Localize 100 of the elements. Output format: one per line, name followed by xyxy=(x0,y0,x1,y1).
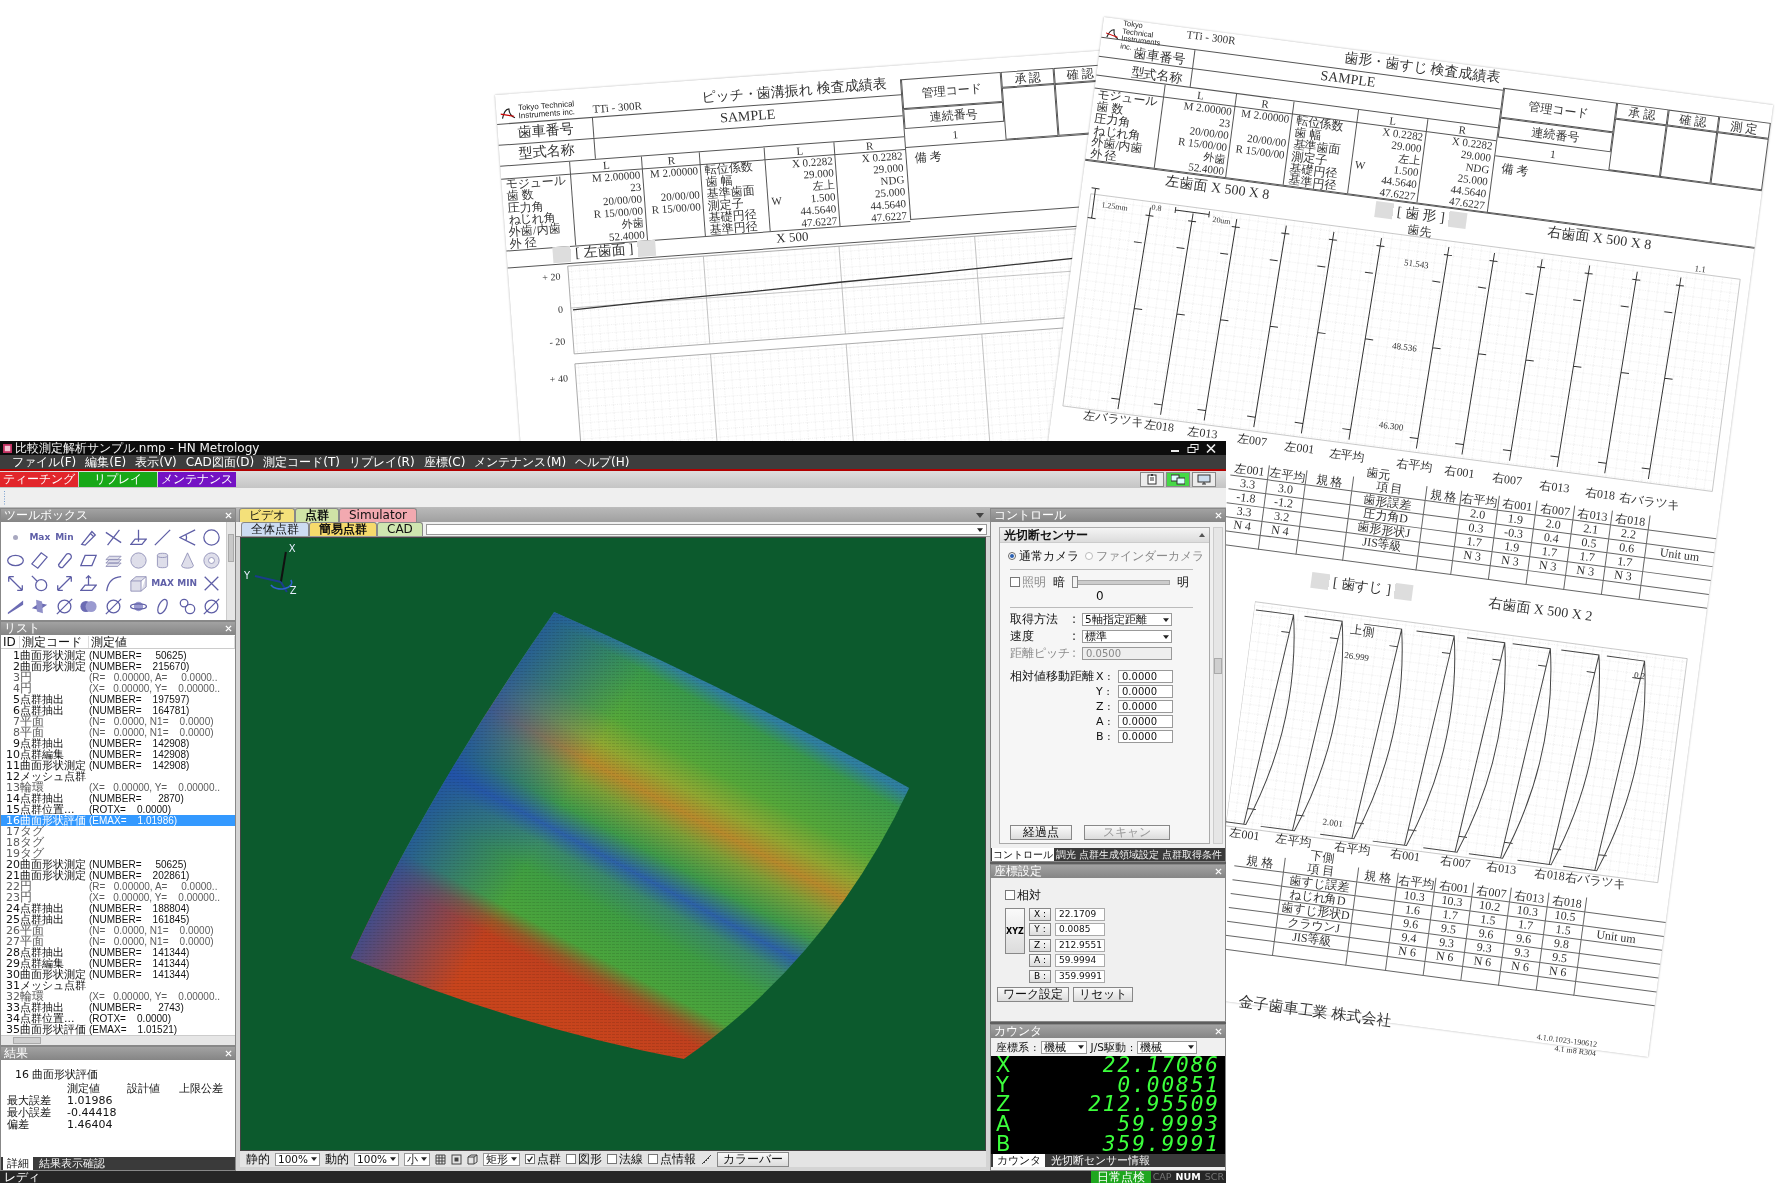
scrollbar[interactable] xyxy=(226,522,235,620)
panel-tab[interactable]: 調光 xyxy=(1055,848,1077,861)
dot-icon[interactable] xyxy=(12,535,18,540)
circle-line-icon[interactable] xyxy=(105,598,122,615)
toolbar-button[interactable] xyxy=(1166,472,1190,487)
view-tab[interactable]: 全体点群 xyxy=(241,522,309,536)
menu-item[interactable]: 表示(V) xyxy=(135,455,177,469)
plane-point-icon[interactable] xyxy=(129,529,147,546)
menu-item[interactable]: 座標(C) xyxy=(423,455,466,469)
action-button[interactable]: 経過点 xyxy=(1010,825,1072,840)
ruler-icon[interactable] xyxy=(701,1153,713,1165)
menu-item[interactable]: CAD図面(D) xyxy=(185,455,255,469)
list-item[interactable]: 1曲面形状測定 (NUMBER= 50625) xyxy=(1,650,235,661)
angle-icon[interactable] xyxy=(178,529,196,546)
coordinate-field[interactable]: 59.9994 xyxy=(1055,954,1105,968)
box-icon[interactable] xyxy=(467,1153,479,1165)
action-button[interactable]: リセット xyxy=(1073,986,1133,1002)
panel-tab[interactable]: 光切断センサー情報 xyxy=(1047,1154,1154,1167)
menu-item[interactable]: 測定コード(T) xyxy=(263,455,340,469)
grid-icon[interactable] xyxy=(435,1153,447,1165)
zoom-dropdown[interactable]: 100% xyxy=(275,1152,321,1166)
checkbox[interactable]: 図形 xyxy=(566,1151,603,1167)
checkbox[interactable]: 点情報 xyxy=(648,1151,697,1167)
view-tab[interactable]: ビデオ xyxy=(239,508,295,522)
dropdown[interactable]: 機械 xyxy=(1040,1040,1087,1054)
double-arrow-icon[interactable] xyxy=(6,575,24,592)
list-item[interactable]: 35曲面形状評価 (EMAX= 1.01521) xyxy=(1,1024,235,1035)
circle-icon[interactable] xyxy=(203,529,221,546)
list-item[interactable]: 10点群編集 (NUMBER= 142908) xyxy=(1,749,235,760)
list-item[interactable]: 2曲面形状測定 (NUMBER= 215670) xyxy=(1,661,235,672)
axis-button[interactable]: Y : xyxy=(1029,923,1051,937)
line-icon[interactable] xyxy=(154,529,172,546)
view-select[interactable] xyxy=(425,524,987,535)
dropdown[interactable]: 5軸指定距離 xyxy=(1082,613,1172,626)
circle-line-icon[interactable] xyxy=(55,598,73,615)
list-item[interactable]: 9点群抽出 (NUMBER= 142908) xyxy=(1,738,235,749)
zoom-dropdown[interactable]: 100% xyxy=(354,1152,400,1166)
coordinate-field[interactable]: 0.0085 xyxy=(1055,923,1105,937)
list-item[interactable]: 11曲面形状測定 (NUMBER= 142908) xyxy=(1,760,235,771)
view-tab[interactable]: Simulator xyxy=(339,508,417,522)
list-item[interactable]: 6点群抽出 (NUMBER= 164781) xyxy=(1,705,235,716)
list-item[interactable]: 24点群抽出 (NUMBER= 188804) xyxy=(1,903,235,914)
tool-button[interactable]: Max xyxy=(29,532,51,543)
list-item[interactable]: 34点群位置... (ROTX= 0.0000) xyxy=(1,1013,235,1024)
menu-item[interactable]: メンテナンス(M) xyxy=(474,455,567,469)
slanted-plane-icon[interactable] xyxy=(6,598,24,615)
text-field[interactable]: 0.0000 xyxy=(1118,730,1173,743)
axis-button[interactable]: Z : xyxy=(1029,938,1051,952)
list-item[interactable]: 33点群抽出 (NUMBER= 2743) xyxy=(1,1002,235,1013)
checkbox[interactable]: 法線 xyxy=(607,1151,644,1167)
checkbox[interactable]: 相対 xyxy=(1005,888,1215,903)
pen-icon[interactable] xyxy=(80,529,98,546)
panel-tab[interactable]: カウンタ xyxy=(993,1154,1045,1167)
mode-tab[interactable]: メンテナンス xyxy=(158,472,236,487)
scrollbar[interactable] xyxy=(1,1035,235,1045)
menu-item[interactable]: リプレイ(R) xyxy=(348,455,415,469)
ellipse-icon[interactable] xyxy=(6,552,24,569)
grip-icon[interactable] xyxy=(3,490,6,505)
overlapping-circles-icon[interactable] xyxy=(80,598,98,615)
arc-icon[interactable] xyxy=(105,575,122,592)
list-item[interactable]: 12メッシュ点群 xyxy=(1,771,235,782)
radio-option[interactable]: 通常カメラ xyxy=(1008,549,1079,564)
checkbox[interactable]: 点群 xyxy=(525,1151,562,1167)
tool-button[interactable]: Min xyxy=(55,532,74,543)
select-mode-dropdown[interactable]: 矩形 xyxy=(483,1152,521,1166)
plane-arrow-icon[interactable] xyxy=(80,575,98,592)
toolbar-button[interactable] xyxy=(1192,472,1216,487)
close-icon[interactable] xyxy=(1205,443,1217,453)
size-dropdown[interactable]: 小 xyxy=(404,1152,431,1166)
circle-line-icon[interactable] xyxy=(203,598,221,615)
frame-icon[interactable] xyxy=(451,1153,463,1165)
coordinate-field[interactable]: 212.9551 xyxy=(1055,938,1105,952)
axis-button[interactable]: X : xyxy=(1029,907,1051,921)
list-item[interactable]: 25点群抽出 (NUMBER= 161845) xyxy=(1,914,235,925)
parallelogram-icon[interactable] xyxy=(80,552,98,569)
axis-button[interactable]: A : xyxy=(1029,954,1051,968)
list-item[interactable]: 30曲面形状測定 (NUMBER= 141344) xyxy=(1,969,235,980)
view-tab[interactable]: 簡易点群 xyxy=(309,522,377,536)
list-item[interactable]: 31メッシュ点群 xyxy=(1,980,235,991)
panel-tab[interactable]: 点群生成領域設定 xyxy=(1078,848,1160,861)
restore-icon[interactable] xyxy=(1187,443,1199,453)
list-item[interactable]: 15点群位置... (ROTX= 0.0000) xyxy=(1,804,235,815)
menu-item[interactable]: ファイル(F) xyxy=(12,455,77,469)
collapse-arrow-icon[interactable] xyxy=(1199,533,1205,537)
text-field[interactable]: 0.0000 xyxy=(1118,715,1173,728)
coordinate-field[interactable]: 22.1709 xyxy=(1055,907,1105,921)
text-field[interactable]: 0.0000 xyxy=(1118,685,1173,698)
double-arrow-icon[interactable] xyxy=(55,575,73,592)
text-field[interactable]: 0.0000 xyxy=(1118,700,1173,713)
3d-viewport[interactable]: X Y Z xyxy=(240,537,986,1151)
list-item[interactable]: 21曲面形状測定 (NUMBER= 202861) xyxy=(1,870,235,881)
colorbar-button[interactable]: カラーバー xyxy=(717,1151,790,1167)
menu-item[interactable]: ヘルプ(H) xyxy=(575,455,630,469)
cross-lines-icon[interactable] xyxy=(105,529,122,546)
circle-point-icon[interactable] xyxy=(31,575,49,592)
toolbar-button[interactable] xyxy=(1140,472,1164,487)
planes-icon[interactable] xyxy=(31,598,49,615)
panel-tab[interactable]: 点群取得条件 xyxy=(1161,848,1223,861)
list-item[interactable]: 5点群抽出 (NUMBER= 197597) xyxy=(1,694,235,705)
circles-icon[interactable] xyxy=(178,598,196,615)
